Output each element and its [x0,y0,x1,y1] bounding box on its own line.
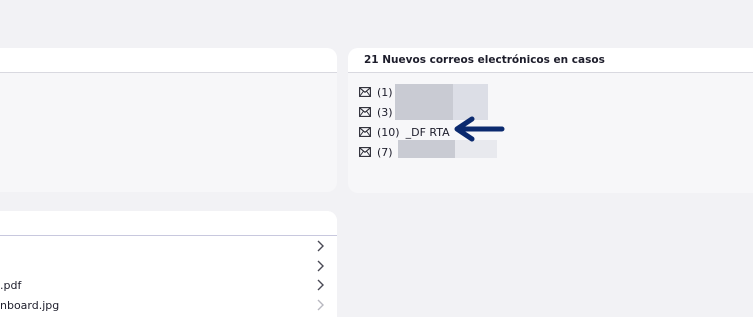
chevron-right-icon[interactable] [315,239,325,253]
page: .pdf nboard.jpg 21 Nuevos correos electr… [0,0,753,317]
envelope-icon [359,147,371,157]
case-email-count: (10) [377,125,400,139]
redacted-block [398,140,455,158]
file-list: .pdf nboard.jpg [0,238,337,316]
redacted-block [455,140,497,158]
file-name: .pdf [0,279,22,292]
case-email-count: (3) [377,105,393,119]
chevron-right-icon[interactable] [315,298,325,312]
chevron-right-icon[interactable] [315,259,325,273]
case-email-item[interactable]: (10) _DF RTA [359,122,450,142]
case-emails-card-header: 21 Nuevos correos electrónicos en casos [348,48,753,73]
envelope-icon [359,87,371,97]
file-row[interactable] [0,238,337,258]
envelope-icon [359,127,371,137]
envelope-icon [359,107,371,117]
file-row[interactable] [0,258,337,278]
case-emails-card: 21 Nuevos correos electrónicos en casos … [348,48,753,193]
case-email-count: (1) [377,85,393,99]
redacted-block [395,101,453,120]
file-row[interactable]: .pdf [0,277,337,297]
file-name: nboard.jpg [0,298,60,312]
case-email-name: _DF RTA [405,125,450,139]
files-card: .pdf nboard.jpg [0,211,337,317]
files-card-header [0,211,337,236]
left-top-card-header [0,48,337,73]
case-email-count: (7) [377,145,393,159]
left-top-card [0,48,337,192]
chevron-right-icon[interactable] [315,278,325,292]
arrow-left-icon [454,116,505,142]
file-row[interactable]: nboard.jpg [0,297,337,317]
case-emails-title: 21 Nuevos correos electrónicos en casos [364,54,605,66]
